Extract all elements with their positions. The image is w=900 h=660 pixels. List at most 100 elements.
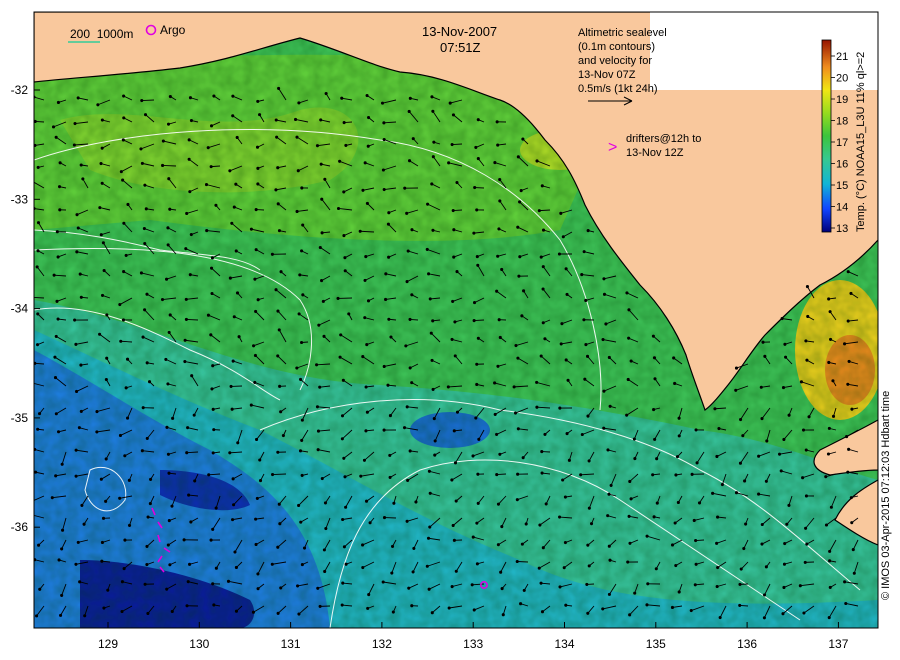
velocity-arrow-head [607,592,611,596]
velocity-arrow-head [384,272,388,276]
velocity-arrow-head [320,231,324,235]
velocity-arrow-head [501,613,505,617]
velocity-arrow-head [846,382,850,386]
velocity-arrow-head [56,430,61,434]
velocity-arrow-head [366,144,370,148]
velocity-arrow-head [320,197,324,201]
velocity-arrow-head [565,432,569,436]
velocity-arrow-head [411,570,415,574]
velocity-arrow-head [522,289,526,293]
velocity-arrow-head [140,98,144,103]
velocity-arrow-head [35,614,39,618]
velocity-arrow-head [759,385,763,389]
velocity-arrow-head [454,499,458,503]
velocity-arrow-head [101,241,105,245]
velocity-arrow-head [602,426,606,430]
velocity-arrow-head [541,321,545,325]
velocity-arrow-head [166,243,170,247]
velocity-arrow-head [214,203,218,207]
velocity-arrow-head [652,408,656,412]
velocity-arrow-head [256,587,260,591]
velocity-arrow-head [50,496,54,500]
velocity-arrow-head [517,274,521,278]
velocity-arrow-head [366,299,371,303]
velocity-arrow-head [58,208,62,212]
velocity-arrow-head [450,337,454,341]
velocity-arrow-head [655,457,659,461]
velocity-arrow-head [496,254,500,258]
colorbar-tick-label: 20 [836,73,848,85]
velocity-arrow-head [847,447,851,451]
velocity-arrow-head [584,343,588,347]
velocity-arrow-head [381,168,385,172]
velocity-arrow-head [846,470,850,474]
velocity-arrow-head [425,564,429,568]
velocity-arrow-head [515,498,519,502]
velocity-arrow-head [386,222,390,226]
velocity-arrow-head [539,354,543,358]
velocity-arrow-head [824,475,828,479]
velocity-arrow-head [431,387,435,391]
velocity-arrow-head [363,278,367,282]
velocity-arrow-head [324,92,328,96]
velocity-arrow-head [276,545,280,549]
velocity-arrow-head [645,534,649,538]
velocity-arrow-head [403,186,407,190]
velocity-arrow-head [206,313,210,317]
velocity-arrow-head [579,473,583,477]
velocity-arrow-head [476,118,480,122]
velocity-arrow-head [256,182,260,186]
velocity-arrow-head [410,604,414,608]
velocity-arrow-head [81,177,85,181]
drifter-symbol: > [608,139,617,156]
velocity-arrow-head [170,609,174,614]
velocity-arrow-head [58,161,62,165]
velocity-arrow-head [279,270,283,274]
velocity-arrow-head [74,562,78,566]
velocity-arrow-head [186,426,190,430]
velocity-arrow-head [827,360,831,364]
velocity-arrow-head [188,562,192,566]
colorbar-tick-label: 19 [836,94,848,106]
velocity-arrow-head [734,388,738,392]
velocity-arrow-head [363,161,367,165]
velocity-arrow-head [296,584,300,588]
velocity-arrow-head [315,405,320,409]
velocity-arrow-head [521,137,525,141]
velocity-arrow-head [56,317,60,321]
velocity-arrow-head [431,228,435,232]
velocity-arrow-head [828,310,832,314]
velocity-arrow-head [276,166,280,170]
velocity-arrow-head [228,169,232,173]
velocity-arrow-head [564,358,568,362]
velocity-arrow-head [298,449,303,453]
velocity-arrow-head [582,250,586,254]
altimetry-line-5: 0.5m/s (1kt 24h) [578,83,657,95]
velocity-arrow-head [827,297,831,301]
velocity-arrow-head [475,362,479,366]
velocity-arrow-head [36,312,40,316]
lat-tick-label: -34 [11,302,29,316]
velocity-arrow-head [146,611,150,616]
velocity-arrow-head [78,580,82,584]
velocity-arrow-head [99,477,103,481]
velocity-arrow-head [602,277,606,281]
velocity-arrow-head [410,381,414,385]
velocity-arrow-head [407,109,411,114]
velocity-arrow-head [300,438,304,442]
velocity-arrow-head [382,121,386,125]
bathymetry-legend: 200 1000m [70,27,133,41]
velocity-arrow-head [430,611,434,615]
velocity-arrow-head [364,499,369,503]
velocity-arrow-head [607,355,611,359]
velocity-arrow-head [677,434,681,438]
velocity-arrow-head [209,124,214,128]
velocity-arrow-head [255,496,259,500]
velocity-arrow-head [695,461,699,465]
velocity-arrow-head [166,122,171,126]
velocity-arrow-head [120,580,124,584]
velocity-arrow-head [278,384,282,388]
velocity-arrow-head [475,208,479,212]
velocity-arrow-head [231,94,235,98]
velocity-arrow-head [143,582,147,586]
